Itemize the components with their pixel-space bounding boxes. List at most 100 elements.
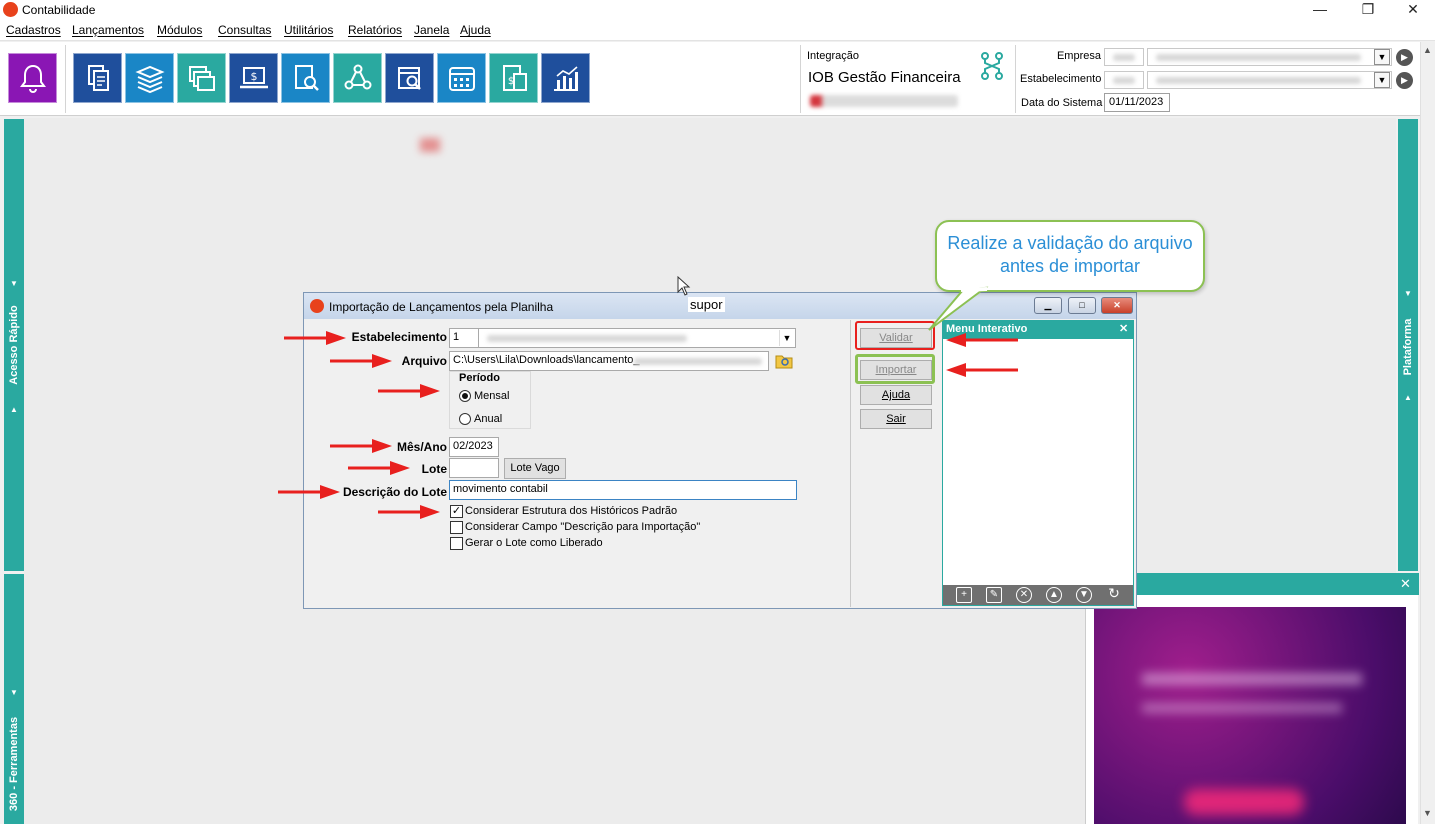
close-icon[interactable]: ✕ — [1119, 322, 1128, 335]
estabelecimento-label: Estabelecimento — [351, 330, 447, 344]
lote-input[interactable] — [449, 458, 499, 478]
mesano-label: Mês/Ano — [396, 440, 447, 454]
arrow-down-icon: ▼ — [1404, 289, 1412, 298]
toolbar-button-documents[interactable] — [73, 53, 122, 103]
sidebar-acesso-rapido[interactable]: ▼ Acesso Rápido ▲ — [4, 119, 24, 571]
periodo-label: Período — [459, 372, 500, 384]
toolbar-button-calendar-search[interactable] — [385, 53, 434, 103]
sair-button[interactable]: Sair — [860, 409, 932, 429]
arrow-up-icon: ▲ — [1404, 393, 1412, 402]
callout-text: Realize a validação do arquivo antes de … — [947, 233, 1193, 276]
empresa-code-field[interactable] — [1104, 48, 1144, 66]
anual-label: Anual — [474, 413, 503, 425]
arrow-down-icon: ▼ — [10, 279, 18, 288]
radio-mensal[interactable] — [459, 390, 471, 402]
mouse-cursor-icon — [677, 276, 691, 296]
toolbar-separator — [1015, 45, 1016, 113]
toolbar-button-windows[interactable] — [177, 53, 226, 103]
periodo-group: Período Mensal Anual — [449, 371, 531, 429]
minimize-button[interactable]: — — [1297, 0, 1343, 20]
notifications-button[interactable] — [8, 53, 57, 103]
chevron-down-icon[interactable]: ▼ — [1374, 49, 1390, 65]
close-icon[interactable]: ✕ — [1400, 576, 1411, 592]
lote-vago-button[interactable]: Lote Vago — [504, 458, 566, 479]
estabelecimento-code-input[interactable]: 1 — [449, 328, 479, 348]
check2-label: Considerar Campo "Descrição para Importa… — [465, 521, 701, 533]
toolbar-button-chart[interactable] — [541, 53, 590, 103]
chevron-down-icon[interactable]: ▼ — [1374, 72, 1390, 88]
edit-icon[interactable]: ✎ — [986, 587, 1002, 603]
integration-icon[interactable] — [980, 52, 1004, 80]
app-logo-icon — [310, 299, 324, 313]
dialog-divider — [850, 320, 851, 607]
descricao-label: Descrição do Lote — [342, 485, 447, 499]
descricao-input[interactable]: movimento contabil — [449, 480, 797, 500]
promo-banner[interactable] — [1094, 607, 1406, 824]
sidebar-plataforma-label: Plataforma — [1402, 318, 1414, 376]
importar-button[interactable]: Importar — [860, 360, 932, 380]
integration-name: IOB Gestão Financeira — [808, 69, 961, 86]
toolbar-button-laptop[interactable]: $ — [229, 53, 278, 103]
toolbar-button-books[interactable] — [125, 53, 174, 103]
menu-lancamentos[interactable]: Lançamentos — [72, 23, 144, 37]
toolbar-button-calculator[interactable]: $ — [489, 53, 538, 103]
integration-status-redacted — [810, 95, 958, 107]
check2-checkbox[interactable] — [450, 521, 463, 534]
restore-button[interactable]: ❐ — [1345, 0, 1391, 20]
menu-relatorios[interactable]: Relatórios — [348, 23, 402, 37]
check1-checkbox[interactable]: ✓ — [450, 505, 463, 518]
arrow-up-icon: ▲ — [10, 405, 18, 414]
scroll-up-icon[interactable]: ▲ — [1423, 45, 1432, 55]
menu-ajuda[interactable]: Ajuda — [460, 23, 491, 37]
mensal-label: Mensal — [474, 390, 510, 402]
svg-text:$: $ — [507, 76, 513, 87]
menu-cadastros[interactable]: Cadastros — [6, 23, 61, 37]
play-circle-icon[interactable]: ▶ — [1396, 72, 1413, 89]
calendar-grid-icon — [448, 67, 475, 91]
vertical-scrollbar[interactable]: ▲ ▼ — [1420, 42, 1435, 824]
dialog-close-button[interactable]: ✕ — [1101, 297, 1133, 314]
menu-consultas[interactable]: Consultas — [218, 23, 271, 37]
chevron-down-icon[interactable]: ▼ — [779, 330, 794, 346]
play-circle-icon[interactable]: ▶ — [1396, 49, 1413, 66]
cursor-tooltip: supor — [688, 297, 725, 312]
empresa-select[interactable] — [1147, 48, 1392, 66]
dialog-maximize-button[interactable]: □ — [1068, 297, 1096, 314]
arquivo-path: C:\Users\Lila\Downloads\lancamento_ — [453, 354, 640, 366]
add-icon[interactable]: + — [956, 587, 972, 603]
remove-icon[interactable]: ✕ — [1016, 587, 1032, 603]
menu-utilitarios[interactable]: Utilitários — [284, 23, 333, 37]
menu-modulos[interactable]: Módulos — [157, 23, 202, 37]
toolbar-button-calendar[interactable] — [437, 53, 486, 103]
move-down-icon[interactable]: ▼ — [1076, 587, 1092, 603]
callout-pointer — [928, 286, 989, 331]
refresh-icon[interactable]: ↻ — [1106, 586, 1122, 603]
data-sistema-field[interactable]: 01/11/2023 — [1104, 93, 1170, 112]
folder-open-icon[interactable] — [774, 351, 794, 370]
scroll-down-icon[interactable]: ▼ — [1423, 808, 1432, 818]
calculator-dollar-icon: $ — [502, 65, 527, 91]
check3-checkbox[interactable] — [450, 537, 463, 550]
windows-stack-icon — [188, 66, 215, 91]
close-button[interactable]: ✕ — [1390, 0, 1435, 20]
sidebar-ferramentas[interactable]: ▼ 360 - Ferramentas — [4, 574, 24, 824]
sidebar-plataforma[interactable]: ▼ Plataforma ▲ — [1398, 119, 1418, 571]
move-up-icon[interactable]: ▲ — [1046, 587, 1062, 603]
estabelecimento-select[interactable] — [1147, 71, 1392, 89]
mesano-input[interactable]: 02/2023 — [449, 437, 499, 457]
menu-janela[interactable]: Janela — [414, 23, 449, 37]
estabelecimento-code-field[interactable] — [1104, 71, 1144, 89]
ajuda-button[interactable]: Ajuda — [860, 385, 932, 405]
sidebar-acesso-rapido-label: Acesso Rápido — [8, 305, 20, 385]
bell-icon — [19, 64, 46, 93]
arquivo-input[interactable]: C:\Users\Lila\Downloads\lancamento_ — [449, 351, 769, 371]
radio-anual[interactable] — [459, 413, 471, 425]
toolbar-button-doc-search[interactable] — [281, 53, 330, 103]
arquivo-label: Arquivo — [401, 354, 447, 368]
toolbar-separator — [800, 45, 801, 113]
toolbar-button-network[interactable] — [333, 53, 382, 103]
estabelecimento-select[interactable]: ▼ — [478, 328, 796, 348]
estabelecimento-label: Estabelecimento — [1020, 73, 1102, 85]
check1-label: Considerar Estrutura dos Históricos Padr… — [465, 505, 678, 517]
dialog-minimize-button[interactable]: ▁ — [1034, 297, 1062, 314]
